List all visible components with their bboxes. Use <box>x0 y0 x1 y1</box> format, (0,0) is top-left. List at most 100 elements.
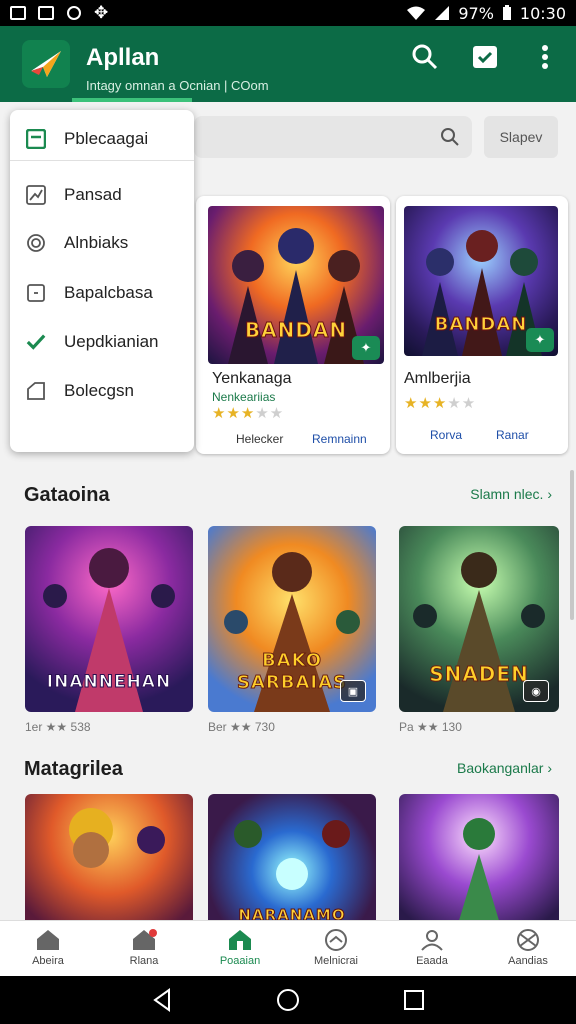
nav-item-games[interactable]: Melnicrai <box>288 921 384 976</box>
nav-label: Eaada <box>416 955 448 967</box>
gamepad-icon: ◉ <box>523 680 549 702</box>
recents-icon[interactable] <box>403 989 425 1011</box>
back-icon[interactable] <box>151 988 173 1012</box>
tile-art-text: INANNEHAN <box>46 672 172 693</box>
search-icon[interactable] <box>440 127 460 147</box>
nav-item-store[interactable]: Poaaian <box>192 921 288 976</box>
gallery-icon <box>10 6 26 20</box>
square-icon <box>26 283 46 303</box>
sync-icon <box>67 6 81 20</box>
gamepad-icon: ✦ <box>526 328 554 352</box>
see-more-link[interactable]: Slamn nlec. › <box>470 486 552 502</box>
tag-icon <box>26 381 46 401</box>
battery-percent: 97% <box>458 3 494 23</box>
inbox-icon <box>26 129 46 149</box>
menu-item-label: Bapalcbasa <box>64 283 153 302</box>
sort-button[interactable]: Slapev <box>484 116 558 158</box>
game-tile[interactable] <box>399 794 559 920</box>
featured-subtitle: Nenkeariias <box>212 390 276 404</box>
gamepad-icon: ▣ <box>340 680 366 702</box>
game-tile[interactable]: NARANAMO <box>208 794 376 920</box>
gamepad-icon: ✦ <box>352 336 380 360</box>
featured-image: BANDAN ✦ <box>208 206 384 364</box>
nav-label: Abeira <box>32 955 64 967</box>
more-vertical-icon[interactable] <box>532 44 558 70</box>
clock: 10:30 <box>519 3 566 23</box>
nav-item-home[interactable]: Abeira <box>0 921 96 976</box>
tab-indicator <box>72 98 192 102</box>
section-games: Gataoina Slamn nlec. › INANNEHAN 1er ★★ … <box>0 478 576 738</box>
check-icon <box>26 332 46 352</box>
target-icon <box>26 233 46 253</box>
nav-item-profile[interactable]: Eaada <box>384 921 480 976</box>
tile-caption: Ber ★★ 730 <box>208 720 275 734</box>
dropdown-menu: Pblecaagai Pansad Alnbiaks Bapalcbasa Ue… <box>10 110 194 452</box>
menu-item[interactable]: Bolecgsn <box>26 376 194 406</box>
nav-label: Aandias <box>508 955 548 967</box>
app-subtitle: Intagy omnan a Ocnian | COom <box>86 78 269 93</box>
globe-icon <box>517 929 539 951</box>
chart-icon <box>26 185 46 205</box>
featured-title: Yenkanaga <box>212 370 292 387</box>
menu-item-label: Uepdkianian <box>64 332 159 351</box>
see-more-link[interactable]: Baokanganlar › <box>457 760 552 776</box>
game-tile[interactable]: BAKO SARBAIAS ▣ <box>208 526 376 712</box>
inbox-check-icon[interactable] <box>472 44 498 70</box>
store-icon <box>229 930 251 950</box>
featured-title: Amlberjia <box>404 370 471 387</box>
menu-item[interactable]: Uepdkianian <box>26 327 194 357</box>
tile-art-text: NARANAMO <box>238 906 346 921</box>
chevron-right-icon: › <box>547 486 552 502</box>
menu-item[interactable]: Pblecaagai <box>26 124 194 154</box>
system-navigation-bar <box>0 976 576 1024</box>
nav-label: Melnicrai <box>313 955 358 967</box>
menu-item[interactable]: Bapalcbasa <box>26 278 194 308</box>
featured-image: BANDAN ✦ <box>404 206 558 356</box>
home-alert-icon <box>133 929 157 950</box>
featured-card[interactable]: BANDAN ✦ Yenkanaga Nenkeariias ★★★★★ Hel… <box>196 196 390 454</box>
status-bar: ✥ 97% 10:30 <box>0 0 576 26</box>
menu-divider <box>10 160 194 161</box>
rating-stars: ★★★★★ <box>212 405 285 422</box>
featured-action-1[interactable]: Helecker <box>236 432 283 446</box>
game-tile[interactable]: SNADEN ◉ <box>399 526 559 712</box>
photo-icon <box>38 6 54 20</box>
section-categories: Matagrilea Baokanganlar › NARANAMO <box>0 752 576 920</box>
nav-item-alerts[interactable]: Rlana <box>96 921 192 976</box>
person-icon <box>421 930 443 951</box>
scrollbar[interactable] <box>570 470 574 620</box>
app-logo-icon[interactable] <box>22 40 70 88</box>
featured-action-2[interactable]: Remnainn <box>312 432 367 446</box>
featured-action-2[interactable]: Ranar <box>496 428 529 442</box>
menu-item-label: Alnbiaks <box>64 233 129 252</box>
home-circle-icon[interactable] <box>276 988 300 1012</box>
bug-icon: ✥ <box>94 3 109 22</box>
featured-action-1[interactable]: Rorva <box>430 428 462 442</box>
app-title: Apllan <box>86 44 160 71</box>
menu-item-label: Pblecaagai <box>64 129 149 148</box>
rating-stars: ★★★★★ <box>404 395 477 412</box>
battery-icon <box>502 5 511 20</box>
nav-label: Rlana <box>129 955 159 967</box>
menu-item[interactable]: Alnbiaks <box>26 228 194 258</box>
menu-item-label: Bolecgsn <box>64 381 134 400</box>
featured-card[interactable]: BANDAN ✦ Amlberjia ★★★★★ Rorva Ranar <box>396 196 568 454</box>
search-icon[interactable] <box>412 44 438 70</box>
menu-item[interactable]: Pansad <box>26 180 194 210</box>
game-tile[interactable] <box>25 794 193 920</box>
chevron-right-icon: › <box>547 760 552 776</box>
wifi-icon <box>407 6 426 20</box>
home-icon <box>37 930 59 950</box>
tile-caption: 1er ★★ 538 <box>25 720 91 734</box>
search-input[interactable] <box>194 116 472 158</box>
signal-icon <box>435 6 450 20</box>
nav-label: Poaaian <box>219 955 261 967</box>
section-title: Matagrilea <box>24 758 123 780</box>
bottom-navigation: Abeira Rlana Poaaian Melnicrai Eaada Aan… <box>0 920 576 976</box>
menu-item-label: Pansad <box>64 185 122 204</box>
game-tile[interactable]: INANNEHAN <box>25 526 193 712</box>
nav-item-world[interactable]: Aandias <box>480 921 576 976</box>
app-bar: Apllan Intagy omnan a Ocnian | COom <box>0 26 576 102</box>
section-title: Gataoina <box>24 484 110 506</box>
tile-caption: Pa ★★ 130 <box>399 720 462 734</box>
